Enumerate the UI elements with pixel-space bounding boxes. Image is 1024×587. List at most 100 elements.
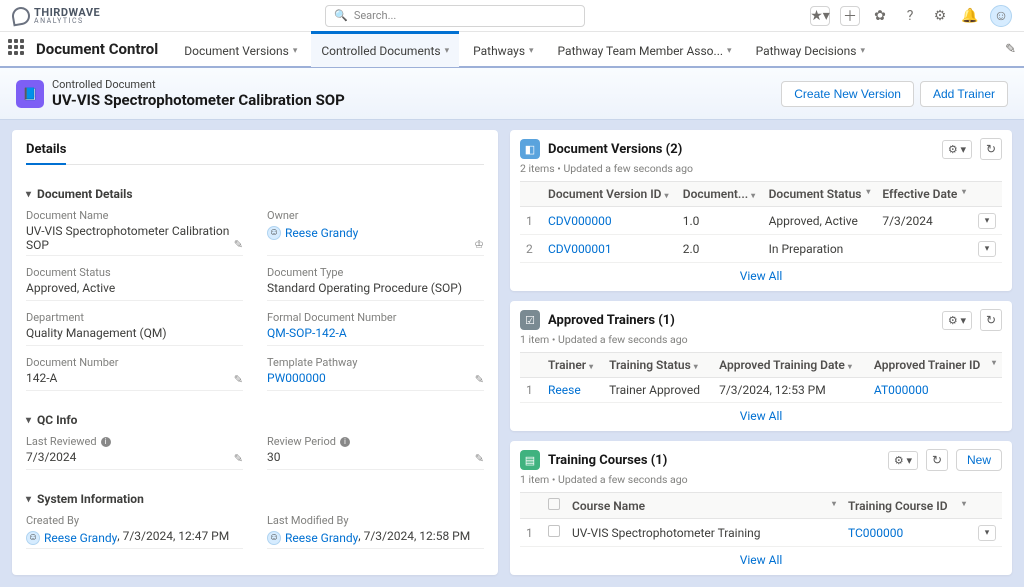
settings-icon[interactable]: ⚙ [930,6,950,26]
pin-icon[interactable]: ✿ [870,6,890,26]
nav-pathway-team-member[interactable]: Pathway Team Member Asso...▾ [548,31,742,67]
card-settings-button[interactable]: ⚙ ▾ [888,451,918,470]
new-course-button[interactable]: New [956,449,1002,471]
view-all-link[interactable]: View All [740,409,783,423]
edit-icon[interactable]: ✎ [234,373,243,386]
app-navbar: Document Control Document Versions▾ Cont… [0,32,1024,68]
chevron-down-icon: ▾ [26,415,31,426]
courses-table: Course Name▾ Training Course ID▾ 1 UV-VI… [520,492,1002,547]
col-course-name[interactable]: Course Name▾ [566,493,842,519]
card-meta: 1 item • Updated a few seconds ago [520,473,1002,486]
app-name: Document Control [36,40,158,58]
col-course-id[interactable]: Training Course ID▾ [842,493,972,519]
section-system-info[interactable]: ▾System Information [26,484,484,514]
info-icon[interactable]: i [340,437,350,447]
col-effective-date[interactable]: Effective Date▾ [876,182,972,207]
trainers-table: Trainer▾ Training Status▾ Approved Train… [520,352,1002,403]
trainers-icon: ☑ [520,310,540,330]
chevron-down-icon: ▾ [727,46,732,56]
approved-trainers-card: ☑ Approved Trainers (1) ⚙ ▾ ↻ 1 item • U… [510,301,1012,431]
sort-icon: ▾ [589,362,593,371]
edit-icon[interactable]: ✎ [475,373,484,386]
template-link[interactable]: PW000000 [267,371,326,385]
nav-controlled-documents[interactable]: Controlled Documents▾ [311,31,459,67]
table-row: 1 CDV000000 1.0 Approved, Active 7/3/202… [520,207,1002,235]
card-settings-button[interactable]: ⚙ ▾ [942,311,972,330]
field-modified-by: Last Modified By ☺Reese Grandy, 7/3/2024… [267,514,484,549]
chevron-down-icon: ▾ [26,189,31,200]
record-title: UV-VIS Spectrophotometer Calibration SOP [52,91,345,109]
search-placeholder: Search... [354,9,397,22]
card-title: Approved Trainers (1) [548,313,934,328]
course-id-link[interactable]: TC000000 [848,526,903,540]
section-qc-info[interactable]: ▾QC Info [26,405,484,435]
global-topbar: THIRDWAVE ANALYTICS 🔍 Search... ★▾ ＋ ✿ ?… [0,0,1024,32]
edit-icon[interactable]: ✎ [234,452,243,465]
created-by-link[interactable]: Reese Grandy [44,531,117,545]
global-search-input[interactable]: 🔍 Search... [325,5,585,27]
field-formal-number: Formal Document Number QM-SOP-142-A [267,311,484,346]
field-owner: Owner ☺Reese Grandy ♔ [267,209,484,256]
section-document-details[interactable]: ▾Document Details [26,179,484,209]
user-avatar-icon: ☺ [26,531,40,545]
courses-icon: ▤ [520,450,540,470]
col-document[interactable]: Document...▾ [677,182,763,207]
nav-pathways[interactable]: Pathways▾ [463,31,543,67]
card-settings-button[interactable]: ⚙ ▾ [942,140,972,159]
modified-by-link[interactable]: Reese Grandy [285,531,358,545]
help-icon[interactable]: ? [900,6,920,26]
details-tab[interactable]: Details [26,142,66,165]
notifications-icon[interactable]: 🔔 [960,6,980,26]
view-all-link[interactable]: View All [740,269,783,283]
col-trainer-id[interactable]: Approved Trainer ID▾ [868,353,1002,378]
version-link[interactable]: CDV000001 [548,242,612,256]
owner-link[interactable]: Reese Grandy [285,226,358,240]
row-checkbox[interactable] [548,525,560,537]
refresh-icon[interactable]: ↻ [980,309,1002,331]
user-avatar-icon: ☺ [267,531,281,545]
change-owner-icon[interactable]: ♔ [474,238,484,251]
nav-document-versions[interactable]: Document Versions▾ [174,31,307,67]
row-menu-button[interactable]: ▾ [978,213,996,229]
formal-number-link[interactable]: QM-SOP-142-A [267,326,347,340]
sort-icon: ▾ [832,499,836,508]
trainer-id-link[interactable]: AT000000 [874,383,929,397]
refresh-icon[interactable]: ↻ [980,138,1002,160]
document-icon: 📘 [16,80,44,108]
select-all-checkbox[interactable] [548,498,560,510]
nav-pathway-decisions[interactable]: Pathway Decisions▾ [746,31,875,67]
table-row: 2 CDV000001 2.0 In Preparation ▾ [520,235,1002,263]
user-avatar[interactable]: ☺ [990,5,1012,27]
favorites-button[interactable]: ★▾ [810,6,830,26]
add-button[interactable]: ＋ [840,6,860,26]
field-template-pathway: Template Pathway PW000000 ✎ [267,356,484,391]
owner-avatar: ☺ [267,226,281,240]
edit-nav-icon[interactable]: ✎ [1005,42,1016,57]
col-status[interactable]: Document Status▾ [763,182,877,207]
create-new-version-button[interactable]: Create New Version [781,81,914,107]
trainer-link[interactable]: Reese [548,383,581,397]
view-all-link[interactable]: View All [740,553,783,567]
sort-icon: ▾ [694,362,698,371]
col-training-status[interactable]: Training Status▾ [603,353,713,378]
field-document-status: Document Status Approved, Active [26,266,243,301]
add-trainer-button[interactable]: Add Trainer [920,81,1008,107]
info-icon[interactable]: i [101,437,111,447]
version-link[interactable]: CDV000000 [548,214,612,228]
sort-icon: ▾ [751,191,755,200]
card-title: Training Courses (1) [548,453,880,468]
row-menu-button[interactable]: ▾ [978,241,996,257]
row-menu-button[interactable]: ▾ [978,525,996,541]
app-launcher-icon[interactable] [8,39,28,59]
card-title: Document Versions (2) [548,142,934,157]
col-version-id[interactable]: Document Version ID▾ [542,182,677,207]
chevron-down-icon: ▾ [293,46,298,56]
edit-icon[interactable]: ✎ [234,238,243,251]
chevron-down-icon: ▾ [860,46,865,56]
refresh-icon[interactable]: ↻ [926,449,948,471]
details-panel: Details ▾Document Details Document Name … [12,130,498,575]
sort-icon: ▾ [866,187,870,196]
col-trainer[interactable]: Trainer▾ [542,353,603,378]
col-approved-date[interactable]: Approved Training Date▾ [713,353,868,378]
edit-icon[interactable]: ✎ [475,452,484,465]
